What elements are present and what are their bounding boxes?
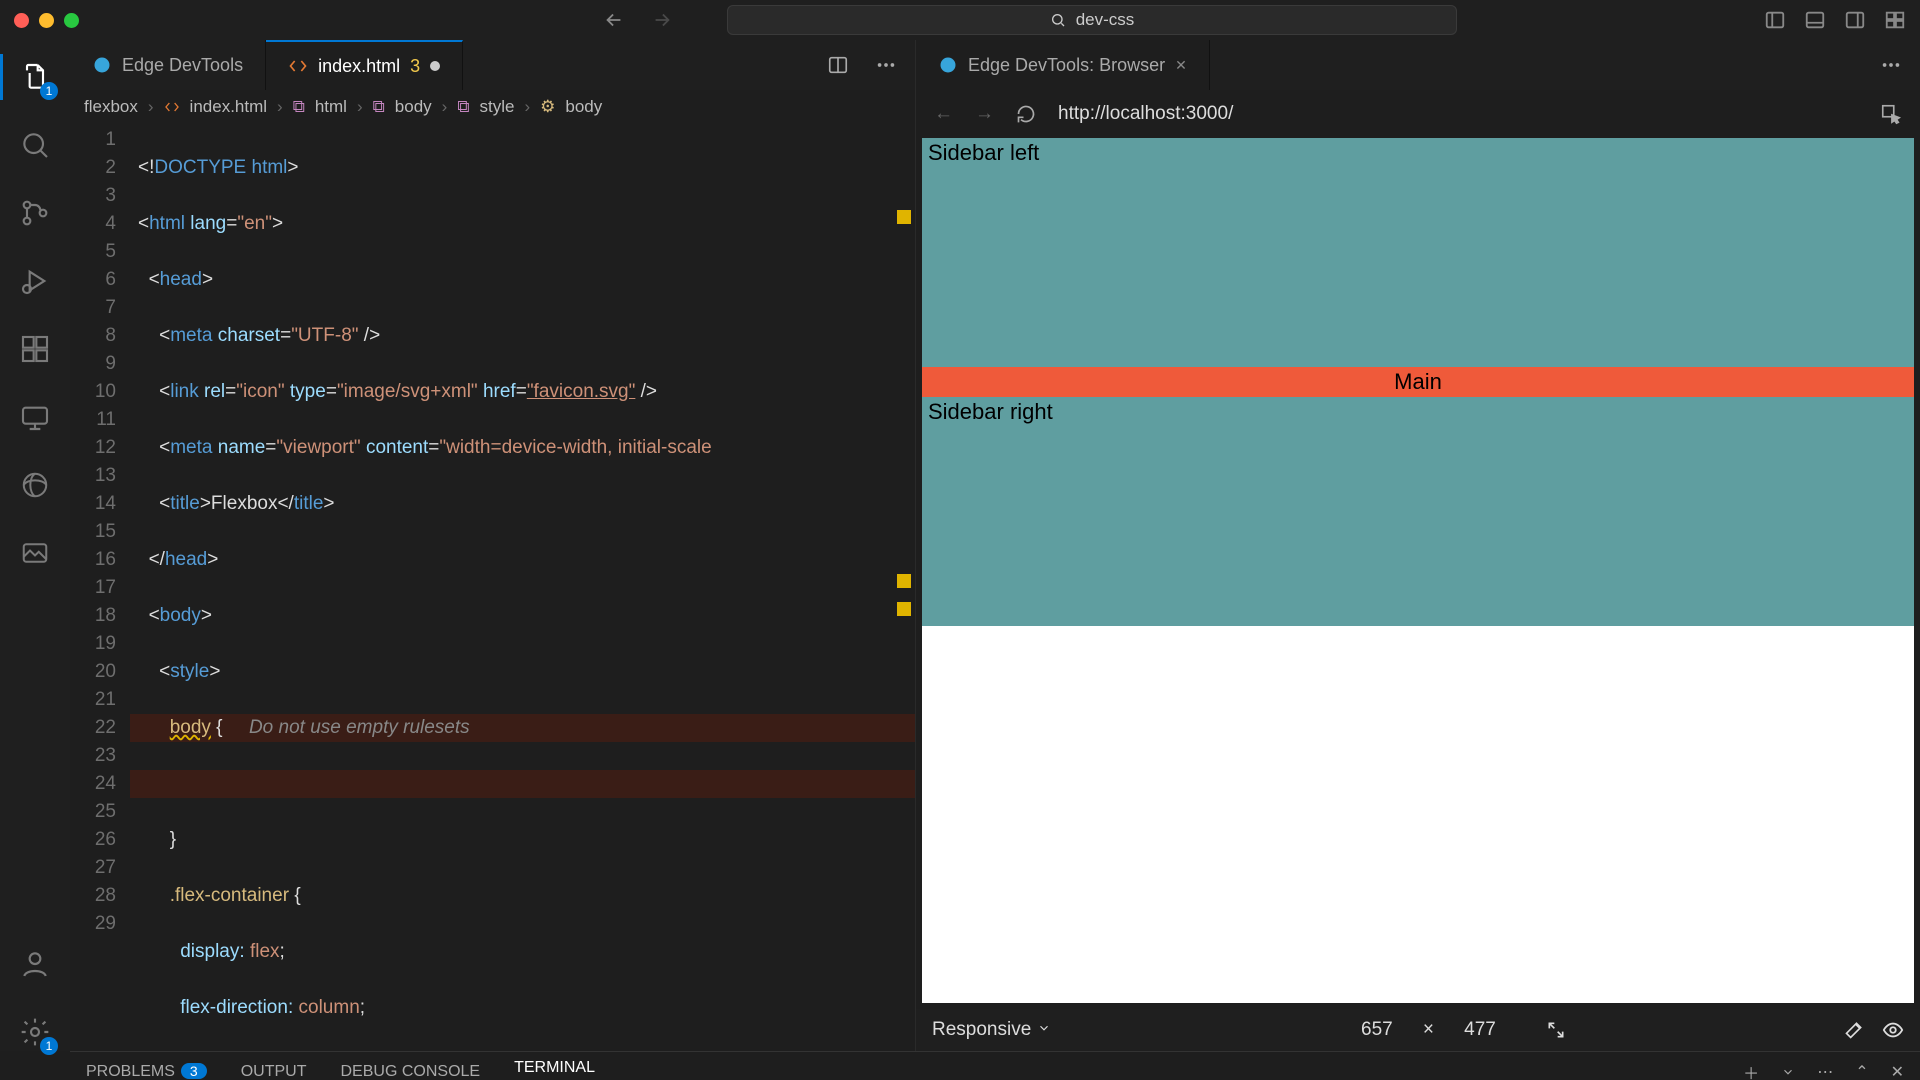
minimize-icon[interactable] bbox=[39, 13, 54, 28]
breadcrumb[interactable]: body bbox=[565, 97, 602, 117]
tab-label: Edge DevTools: Browser bbox=[968, 55, 1165, 76]
tab-problems-count: 3 bbox=[410, 56, 420, 77]
wand-icon[interactable] bbox=[1844, 1020, 1864, 1040]
source-control-icon[interactable] bbox=[16, 194, 54, 232]
device-mode[interactable]: Responsive bbox=[932, 1019, 1051, 1041]
run-debug-icon[interactable] bbox=[16, 262, 54, 300]
project-label: dev-css bbox=[1076, 10, 1135, 30]
code-area[interactable]: <!DOCTYPE html> <html lang="en"> <head> … bbox=[130, 124, 915, 1051]
close-icon[interactable]: ✕ bbox=[1175, 57, 1187, 74]
explorer-icon[interactable]: 1 bbox=[16, 58, 54, 96]
rotate-icon[interactable] bbox=[1546, 1020, 1566, 1040]
remote-explorer-icon[interactable] bbox=[16, 398, 54, 436]
tab-index-html[interactable]: index.html 3 bbox=[266, 40, 463, 90]
layout-customize-icon[interactable] bbox=[1884, 9, 1906, 31]
breadcrumb[interactable]: flexbox bbox=[84, 97, 138, 117]
gear-icon[interactable]: 1 bbox=[16, 1013, 54, 1051]
titlebar: dev-css bbox=[0, 0, 1920, 40]
explorer-badge: 1 bbox=[40, 82, 58, 100]
code-editor[interactable]: 1234567891011121314151617181920212223242… bbox=[70, 124, 915, 1051]
breadcrumb[interactable]: style bbox=[479, 97, 514, 117]
search-activity-icon[interactable] bbox=[16, 126, 54, 164]
breadcrumbs[interactable]: flexbox› index.html› ⧉html› ⧉body› ⧉styl… bbox=[70, 90, 915, 124]
preview-sidebar-left: Sidebar left bbox=[922, 138, 1914, 367]
tab-label: Edge DevTools bbox=[122, 55, 243, 76]
tab-output[interactable]: OUTPUT bbox=[241, 1063, 307, 1080]
forward-icon[interactable] bbox=[651, 9, 673, 31]
lint-warning: Do not use empty rulesets bbox=[249, 717, 470, 738]
viewport-width[interactable] bbox=[1349, 1019, 1405, 1041]
preview-viewport: Sidebar left Main Sidebar right bbox=[922, 138, 1914, 1003]
tab-edge-devtools[interactable]: Edge DevTools bbox=[70, 40, 266, 90]
more-icon[interactable] bbox=[875, 54, 897, 76]
bottom-panel: PROBLEMS3 OUTPUT DEBUG CONSOLE TERMINAL … bbox=[70, 1051, 1920, 1080]
forward-icon[interactable]: → bbox=[975, 103, 994, 125]
line-gutter: 1234567891011121314151617181920212223242… bbox=[70, 124, 130, 1051]
device-toolbar: Responsive × bbox=[916, 1009, 1920, 1051]
edge-icon[interactable] bbox=[16, 466, 54, 504]
eye-icon[interactable] bbox=[1882, 1019, 1904, 1041]
window-controls bbox=[14, 13, 79, 28]
split-editor-icon[interactable] bbox=[827, 54, 849, 76]
tab-devtools-browser[interactable]: Edge DevTools: Browser ✕ bbox=[916, 40, 1210, 90]
edge-icon bbox=[92, 55, 112, 75]
gallery-icon[interactable] bbox=[16, 534, 54, 572]
breadcrumb[interactable]: body bbox=[395, 97, 432, 117]
search-icon bbox=[1050, 12, 1066, 28]
chevron-up-icon[interactable]: ⌃ bbox=[1855, 1062, 1868, 1080]
tab-label: index.html bbox=[318, 56, 400, 77]
close-icon[interactable] bbox=[14, 13, 29, 28]
layout-sidebar-left-icon[interactable] bbox=[1764, 9, 1786, 31]
more-icon[interactable]: ⋯ bbox=[1817, 1062, 1833, 1080]
browser-group: Edge DevTools: Browser ✕ ← → http://loca… bbox=[916, 40, 1920, 1051]
url-field[interactable]: http://localhost:3000/ bbox=[1058, 103, 1233, 125]
times-icon: × bbox=[1423, 1019, 1434, 1041]
tab-terminal[interactable]: TERMINAL bbox=[514, 1059, 595, 1080]
reload-icon[interactable] bbox=[1016, 104, 1036, 124]
preview-sidebar-right: Sidebar right bbox=[922, 397, 1914, 626]
tab-problems[interactable]: PROBLEMS3 bbox=[86, 1063, 207, 1080]
html-file-icon bbox=[288, 56, 308, 76]
tab-debug-console[interactable]: DEBUG CONSOLE bbox=[341, 1063, 481, 1080]
back-icon[interactable]: ← bbox=[934, 103, 953, 125]
problems-badge: 3 bbox=[181, 1063, 207, 1079]
layout-panel-icon[interactable] bbox=[1804, 9, 1826, 31]
editor-tabs: Edge DevTools index.html 3 bbox=[70, 40, 915, 90]
extensions-icon[interactable] bbox=[16, 330, 54, 368]
browser-toolbar: ← → http://localhost:3000/ bbox=[916, 90, 1920, 138]
more-icon[interactable] bbox=[1880, 54, 1902, 76]
browser-tabs: Edge DevTools: Browser ✕ bbox=[916, 40, 1920, 90]
edge-icon bbox=[938, 55, 958, 75]
account-icon[interactable] bbox=[16, 945, 54, 983]
editor-group: Edge DevTools index.html 3 flexbox› inde… bbox=[70, 40, 916, 1051]
inspect-icon[interactable] bbox=[1880, 103, 1902, 125]
close-icon[interactable]: ✕ bbox=[1891, 1062, 1904, 1080]
activity-bar: 1 1 bbox=[0, 40, 70, 1051]
panel-tabs: PROBLEMS3 OUTPUT DEBUG CONSOLE TERMINAL … bbox=[70, 1052, 1920, 1080]
new-terminal-icon[interactable]: ＋ bbox=[1743, 1060, 1759, 1080]
command-center[interactable]: dev-css bbox=[727, 5, 1457, 35]
breadcrumb[interactable]: html bbox=[315, 97, 347, 117]
chevron-down-icon bbox=[1037, 1021, 1051, 1035]
settings-badge: 1 bbox=[40, 1037, 58, 1055]
html-file-icon bbox=[164, 99, 180, 115]
viewport-height[interactable] bbox=[1452, 1019, 1508, 1041]
unsaved-icon bbox=[430, 61, 440, 71]
breadcrumb[interactable]: index.html bbox=[190, 97, 267, 117]
maximize-icon[interactable] bbox=[64, 13, 79, 28]
preview-main: Main bbox=[922, 367, 1914, 397]
back-icon[interactable] bbox=[603, 9, 625, 31]
chevron-down-icon[interactable] bbox=[1781, 1065, 1795, 1079]
layout-sidebar-right-icon[interactable] bbox=[1844, 9, 1866, 31]
